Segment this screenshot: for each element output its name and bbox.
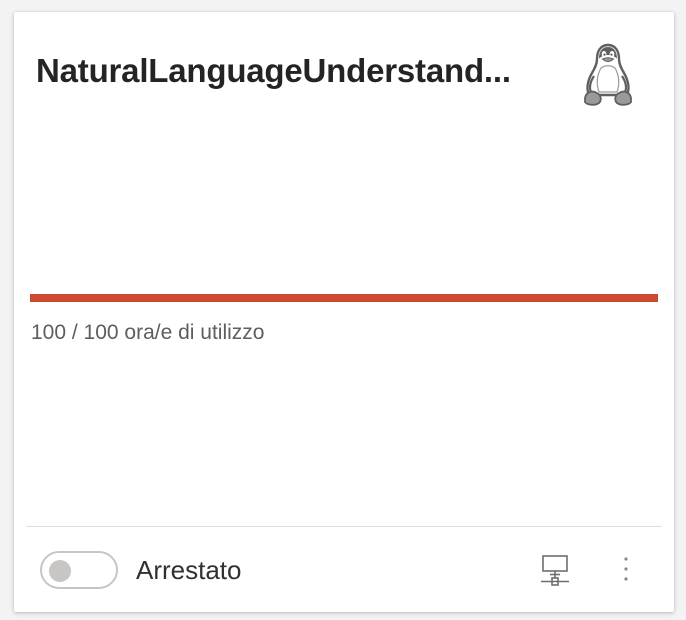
toggle-knob (49, 560, 71, 582)
usage-text: 100 / 100 ora/e di utilizzo (31, 321, 265, 344)
more-vertical-icon[interactable] (620, 554, 632, 584)
usage-progress-fill (30, 294, 658, 302)
monitor-network-icon[interactable] (540, 554, 570, 586)
power-toggle[interactable] (40, 551, 118, 589)
vm-title[interactable]: NaturalLanguageUnderstand... (36, 52, 556, 90)
card-divider (26, 526, 662, 527)
vm-card: NaturalLanguageUnderstand... 100 / 100 o… (14, 12, 674, 612)
status-label: Arrestato (136, 555, 242, 585)
linux-penguin-icon (584, 43, 632, 106)
usage-progress-bar (30, 294, 658, 302)
